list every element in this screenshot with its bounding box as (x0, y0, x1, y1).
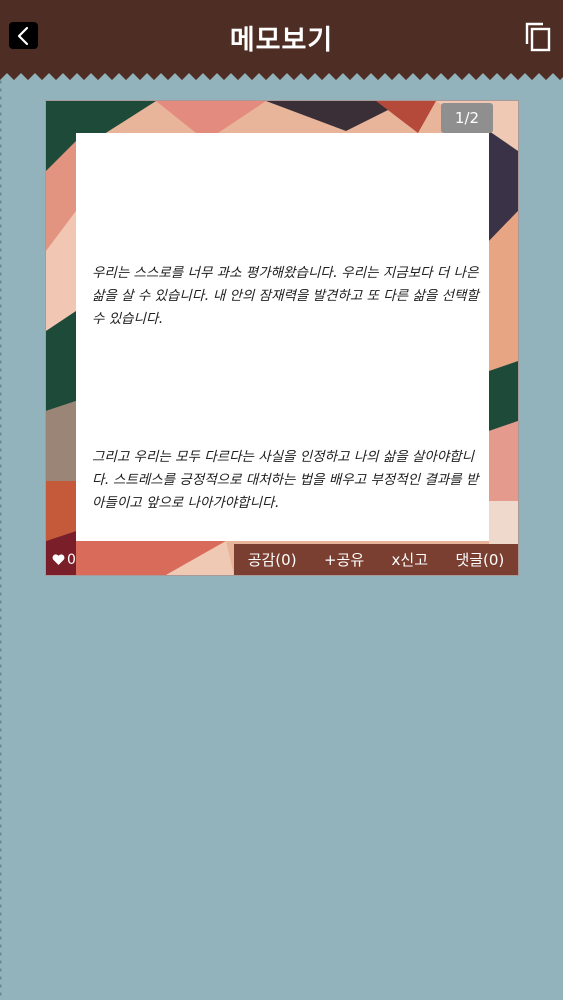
app-header: 메모보기 (0, 0, 563, 72)
memo-card: 우리는 스스로를 너무 과소 평가해왔습니다. 우리는 지금보다 더 나은 삶을… (45, 100, 519, 576)
likes-counter: 0 (52, 552, 76, 568)
memo-bottom-bar: 0 공감(0) +공유 x신고 댓글(0) (46, 544, 518, 575)
memo-actions: 공감(0) +공유 x신고 댓글(0) (234, 544, 518, 575)
comments-button[interactable]: 댓글(0) (455, 549, 504, 570)
page-indicator: 1/2 (441, 103, 493, 133)
likes-count: 0 (67, 552, 76, 568)
memo-paragraph-2: 그리고 우리는 모두 다르다는 사실을 인정하고 나의 삶을 살아야합니다. 스… (92, 449, 479, 511)
report-button[interactable]: x신고 (392, 549, 428, 570)
empathy-button[interactable]: 공감(0) (248, 549, 297, 570)
header-zigzag-edge (0, 72, 563, 82)
memo-content: 우리는 스스로를 너무 과소 평가해왔습니다. 우리는 지금보다 더 나은 삶을… (92, 216, 482, 561)
copy-button[interactable] (523, 20, 553, 52)
memo-paragraph-1: 우리는 스스로를 너무 과소 평가해왔습니다. 우리는 지금보다 더 나은 삶을… (92, 265, 483, 327)
page-title: 메모보기 (229, 25, 334, 56)
perforated-edge (0, 70, 4, 1000)
copy-icon (525, 22, 551, 52)
share-button[interactable]: +공유 (324, 549, 364, 570)
heart-icon (52, 554, 65, 565)
